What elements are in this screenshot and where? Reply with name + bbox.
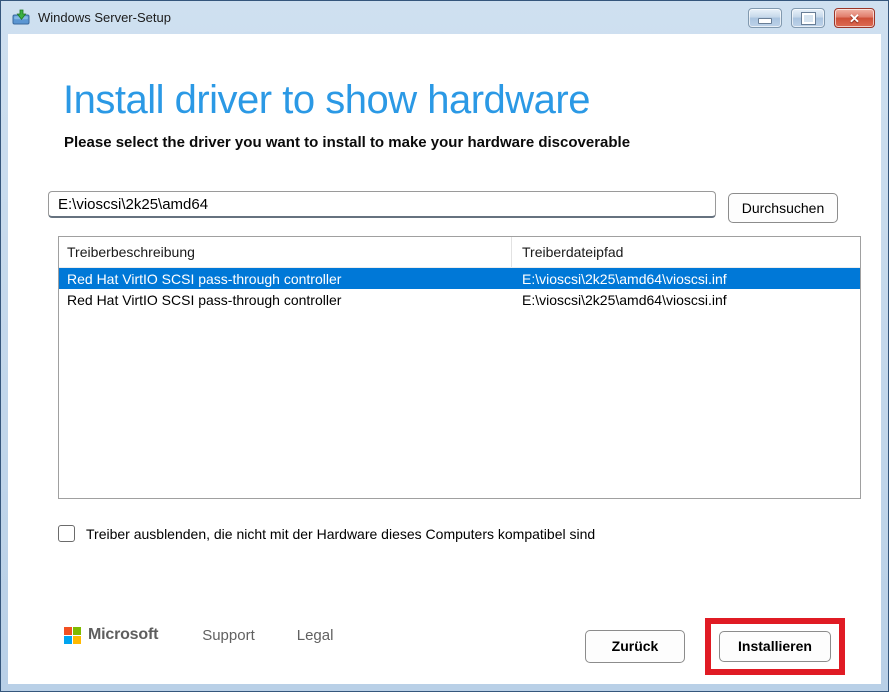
driver-description: Red Hat VirtIO SCSI pass-through control…	[59, 292, 512, 308]
browse-button[interactable]: Durchsuchen	[728, 193, 838, 223]
microsoft-brand: Microsoft	[64, 626, 158, 644]
ms-logo-square-green	[73, 627, 81, 635]
maximize-button[interactable]	[791, 8, 825, 28]
column-header-description[interactable]: Treiberbeschreibung	[59, 237, 512, 267]
ms-logo-square-blue	[64, 636, 72, 644]
driver-row[interactable]: Red Hat VirtIO SCSI pass-through control…	[59, 289, 860, 310]
setup-window: Windows Server-Setup ✕ Install driver to…	[0, 0, 889, 692]
install-button[interactable]: Installieren	[719, 631, 831, 662]
driver-filepath: E:\vioscsi\2k25\amd64\vioscsi.inf	[512, 292, 860, 308]
page-subtitle: Please select the driver you want to ins…	[64, 134, 881, 151]
page-title: Install driver to show hardware	[63, 78, 881, 122]
driver-path-row: Durchsuchen	[48, 191, 881, 223]
maximize-icon	[802, 13, 815, 24]
close-icon: ✕	[849, 12, 860, 25]
driver-description: Red Hat VirtIO SCSI pass-through control…	[59, 271, 512, 287]
driver-path-input[interactable]	[48, 191, 716, 218]
microsoft-wordmark: Microsoft	[88, 626, 158, 644]
microsoft-logo-icon	[64, 627, 81, 644]
hide-incompatible-checkbox[interactable]	[58, 525, 75, 542]
support-link[interactable]: Support	[202, 627, 255, 644]
red-highlight-annotation: Installieren	[705, 618, 845, 675]
ms-logo-square-yellow	[73, 636, 81, 644]
hide-incompatible-row: Treiber ausblenden, die nicht mit der Ha…	[58, 525, 881, 542]
driver-list: Treiberbeschreibung Treiberdateipfad Red…	[58, 236, 861, 499]
window-controls: ✕	[748, 8, 875, 28]
driver-row-selected[interactable]: Red Hat VirtIO SCSI pass-through control…	[59, 268, 860, 289]
hide-incompatible-label[interactable]: Treiber ausblenden, die nicht mit der Ha…	[86, 526, 595, 542]
back-button[interactable]: Zurück	[585, 630, 685, 663]
client-area: Install driver to show hardware Please s…	[8, 34, 881, 684]
column-header-filepath[interactable]: Treiberdateipfad	[512, 237, 860, 267]
ms-logo-square-red	[64, 627, 72, 635]
driver-list-header: Treiberbeschreibung Treiberdateipfad	[59, 237, 860, 268]
window-title: Windows Server-Setup	[38, 10, 171, 25]
setup-app-icon	[12, 9, 30, 25]
close-button[interactable]: ✕	[834, 8, 875, 28]
footer: Microsoft Support Legal Zurück Installie…	[58, 620, 845, 672]
minimize-button[interactable]	[748, 8, 782, 28]
driver-filepath: E:\vioscsi\2k25\amd64\vioscsi.inf	[512, 271, 860, 287]
minimize-icon	[758, 18, 772, 24]
legal-link[interactable]: Legal	[297, 627, 334, 644]
